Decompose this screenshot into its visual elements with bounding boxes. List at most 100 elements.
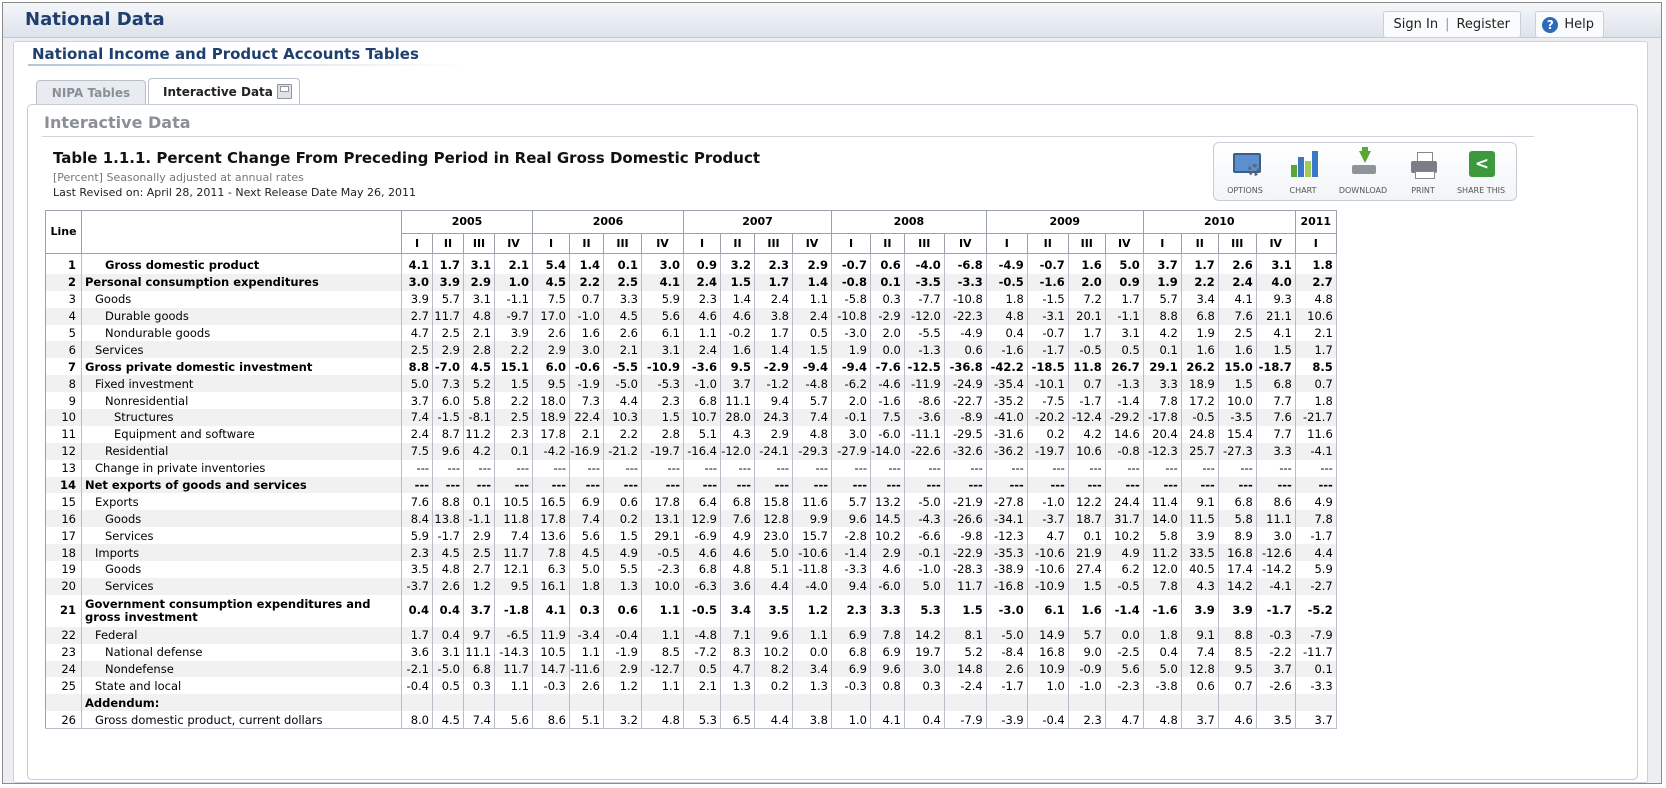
row-label[interactable]: Personal consumption expenditures	[81, 273, 402, 291]
value-cell: 11.2	[463, 425, 495, 443]
value-cell: 12.0	[1143, 561, 1182, 578]
value-cell: 9.5	[1218, 660, 1257, 678]
row-label[interactable]: Government consumption expenditures and …	[81, 594, 402, 627]
label-header	[81, 210, 402, 254]
row-label[interactable]: Gross domestic product, current dollars	[81, 711, 402, 730]
row-label[interactable]: Services	[81, 577, 402, 595]
value-cell: 4.2	[1068, 425, 1106, 443]
row-label[interactable]: Gross domestic product	[81, 253, 402, 274]
value-cell: ---	[1295, 476, 1337, 494]
table-row: 23 National defense 3.6 3.1 11.1 -14.3 10.5 1.1…	[45, 643, 1337, 661]
value-cell: -9.7	[494, 307, 533, 325]
print-icon	[1409, 149, 1439, 181]
value-cell: 3.9	[1181, 594, 1219, 627]
value-cell: 4.8	[463, 307, 495, 325]
value-cell: 3.3	[1256, 442, 1296, 460]
row-label[interactable]: Federal	[81, 626, 402, 644]
value-cell: 9.4	[831, 577, 871, 595]
value-cell: 0.5	[683, 660, 721, 678]
value-cell: 6.1	[1027, 594, 1069, 627]
line-number: 3	[45, 290, 82, 308]
value-cell: -4.8	[792, 375, 832, 393]
value-cell: 7.5	[870, 409, 905, 426]
value-cell: 4.6	[720, 307, 755, 325]
row-label[interactable]: Durable goods	[81, 307, 402, 325]
value-cell: ---	[1218, 476, 1257, 494]
row-label[interactable]: Exports	[81, 493, 402, 511]
tab-nipa-tables[interactable]: NIPA Tables	[36, 80, 146, 105]
value-cell: 1.6	[1181, 341, 1219, 359]
value-cell: 2.2	[494, 392, 533, 410]
value-cell: -38.9	[986, 561, 1028, 578]
value-cell: -0.3	[532, 677, 570, 695]
row-label[interactable]: Nonresidential	[81, 392, 402, 410]
value-cell: -5.0	[904, 493, 945, 511]
row-label[interactable]: Equipment and software	[81, 425, 402, 443]
table-title: Table 1.1.1. Percent Change From Precedi…	[53, 149, 761, 167]
value-cell: 15.7	[792, 527, 832, 545]
value-cell: -5.5	[904, 324, 945, 342]
row-label[interactable]: National defense	[81, 643, 402, 661]
sign-in-link[interactable]: Sign In	[1394, 17, 1439, 32]
value-cell: 6.8	[1181, 307, 1219, 325]
value-cell: 0.9	[683, 253, 721, 274]
row-label[interactable]: Net exports of goods and services	[81, 476, 402, 494]
chart-button[interactable]: CHART	[1276, 147, 1330, 197]
value-cell: 3.3	[1143, 375, 1182, 393]
value-cell: -41.0	[986, 409, 1028, 426]
value-cell: -21.7	[1295, 409, 1337, 426]
print-button[interactable]: PRINT	[1396, 147, 1450, 197]
share-button[interactable]: < SHARE THIS	[1454, 147, 1508, 197]
value-cell: 6.9	[569, 493, 604, 511]
row-label[interactable]: Structures	[81, 409, 402, 426]
row-label[interactable]: Goods	[81, 561, 402, 578]
value-cell: ---	[904, 459, 945, 477]
options-button[interactable]: OPTIONS	[1218, 147, 1272, 197]
value-cell: -1.0	[1068, 677, 1106, 695]
save-icon[interactable]	[277, 84, 292, 99]
row-label[interactable]: Imports	[81, 544, 402, 562]
value-cell: -31.6	[986, 425, 1028, 443]
value-cell: ---	[1105, 459, 1144, 477]
value-cell: -3.4	[569, 626, 604, 644]
register-link[interactable]: Register	[1456, 17, 1510, 32]
tab-interactive-data[interactable]: Interactive Data	[148, 78, 300, 105]
row-label[interactable]: Goods	[81, 510, 402, 528]
value-cell: -1.7	[1068, 392, 1106, 410]
help-button[interactable]: ? Help	[1535, 11, 1604, 38]
section-divider	[42, 136, 1534, 137]
row-label[interactable]: Gross private domestic investment	[81, 358, 402, 376]
value-cell: -5.3	[641, 375, 684, 393]
value-cell: 10.9	[1027, 660, 1069, 678]
value-cell: 4.4	[603, 392, 642, 410]
row-label[interactable]: Change in private inventories	[81, 459, 402, 477]
value-cell: 6.5	[720, 711, 755, 730]
row-label[interactable]: Addendum:	[81, 694, 402, 712]
interactive-data-content: Interactive Data Table 1.1.1. Percent Ch…	[27, 104, 1638, 780]
value-cell: 0.5	[1105, 341, 1144, 359]
row-label[interactable]: Fixed investment	[81, 375, 402, 393]
row-label[interactable]: Services	[81, 527, 402, 545]
row-label[interactable]: Nondurable goods	[81, 324, 402, 342]
value-cell: -6.0	[870, 425, 905, 443]
value-cell	[1105, 694, 1144, 712]
value-cell: 14.9	[1027, 626, 1069, 644]
row-label[interactable]: Goods	[81, 290, 402, 308]
value-cell: 9.6	[754, 626, 793, 644]
line-header: Line	[45, 210, 82, 254]
value-cell: 5.7	[1068, 626, 1106, 644]
value-cell: 12.9	[683, 510, 721, 528]
quarter-header: I	[401, 233, 433, 254]
row-label[interactable]: Services	[81, 341, 402, 359]
row-label[interactable]: Residential	[81, 442, 402, 460]
value-cell: 8.7	[432, 425, 464, 443]
value-cell: 9.1	[1181, 493, 1219, 511]
value-cell	[432, 694, 464, 712]
table-row: 2 Personal consumption expenditures 3.0 3.9…	[45, 273, 1337, 291]
value-cell: 6.8	[1218, 493, 1257, 511]
value-cell: 9.6	[432, 442, 464, 460]
row-label[interactable]: State and local	[81, 677, 402, 695]
download-button[interactable]: DOWNLOAD	[1336, 147, 1390, 197]
row-label[interactable]: Nondefense	[81, 660, 402, 678]
value-cell: 4.8	[720, 561, 755, 578]
